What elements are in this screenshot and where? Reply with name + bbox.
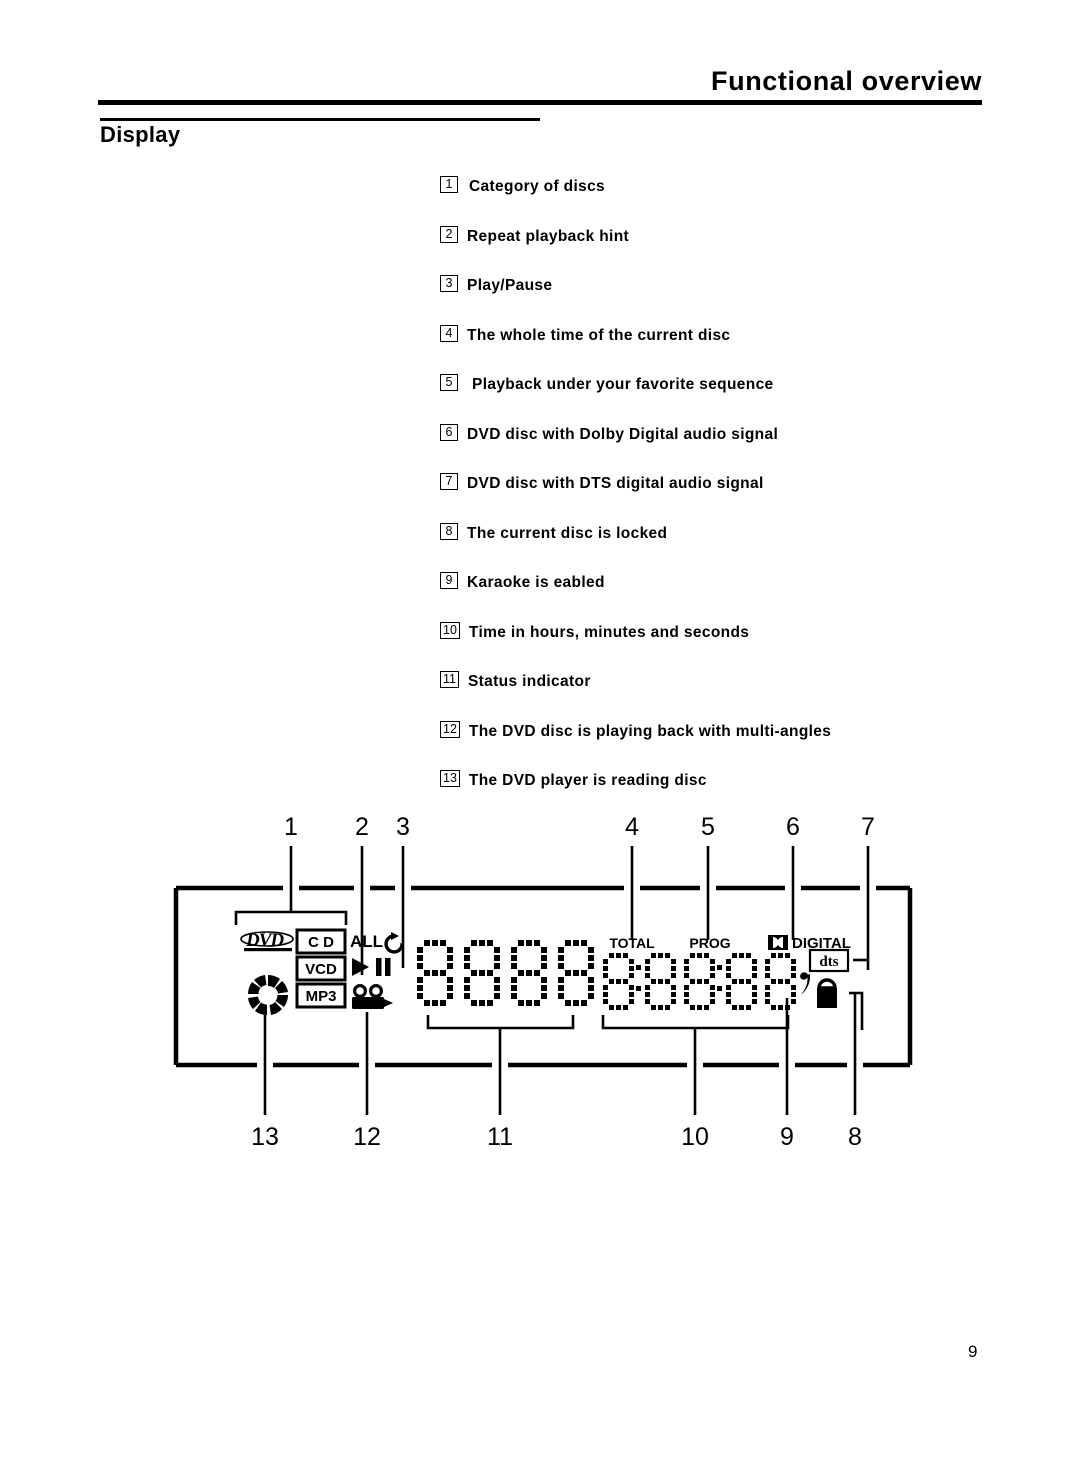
legend-number: 1 [440, 176, 458, 193]
list-item: 4 The whole time of the current disc [440, 324, 1000, 375]
list-item: 3 Play/Pause [440, 275, 1000, 325]
time-segment-display-icon [603, 953, 796, 1010]
callout-number-2: 2 [355, 813, 369, 841]
legend-label: Karaoke is eabled [467, 574, 605, 591]
prog-label: PROG [689, 935, 730, 951]
list-item: 10 Time in hours, minutes and seconds [440, 621, 1000, 672]
legend-label: Category of discs [469, 178, 606, 195]
callout-number-11: 11 [487, 1123, 513, 1151]
list-item: 8 The current disc is locked [440, 522, 1000, 573]
legend-number: 8 [440, 522, 458, 540]
dts-badge-label: dts [819, 954, 838, 970]
multi-angle-camera-icon [352, 983, 393, 1009]
callout-number-5: 5 [701, 813, 715, 841]
callout-number-12: 12 [353, 1123, 381, 1151]
legend-number: 4 [440, 324, 458, 342]
legend-list: 1 Category of discs 2 Repeat playback hint… [440, 176, 1000, 820]
legend-label: The whole time of the current disc [467, 326, 731, 344]
list-item: 2 Repeat playback hint [440, 225, 1000, 276]
leader-connectors-right [849, 958, 868, 1030]
panel-frame [173, 885, 913, 1068]
legend-number: 3 [440, 275, 458, 292]
cd-badge-label: C D [308, 934, 334, 951]
callout-number-4: 4 [625, 813, 639, 841]
page-title: Functional overview [711, 66, 982, 96]
list-item: 7 DVD disc with DTS digital audio signal [440, 473, 1000, 523]
legend-label: Repeat playback hint [467, 227, 630, 245]
legend-label: The DVD player is reading disc [468, 772, 707, 789]
legend-label: Playback under your favorite sequence [472, 376, 774, 393]
callout-leaders-bottom [263, 993, 857, 1115]
callout-number-8: 8 [848, 1123, 862, 1151]
header-rule [98, 100, 982, 105]
legend-label: Play/Pause [467, 277, 553, 294]
section-rule [100, 118, 540, 121]
display-panel-diagram: 1 2 3 4 5 6 7 DVD C D VCD MP3 ALL TOTAL … [0, 790, 1080, 1180]
legend-number: 6 [440, 423, 458, 441]
bracket-callout-11 [426, 1015, 575, 1030]
section-title: Display [100, 122, 181, 147]
callout-number-10: 10 [681, 1123, 709, 1151]
callout-number-13: 13 [251, 1123, 279, 1151]
callout-number-9: 9 [780, 1123, 794, 1151]
list-item: 6 DVD disc with Dolby Digital audio signa… [440, 423, 1000, 474]
list-item: 5 Playback under your favorite sequence [440, 374, 1000, 424]
legend-number: 12 [440, 720, 460, 738]
legend-label: DVD disc with Dolby Digital audio signal [467, 425, 779, 443]
legend-number: 5 [440, 374, 458, 391]
list-item: 1 Category of discs [440, 176, 1000, 226]
manual-page: Functional overview Display 1 Category of… [0, 0, 1080, 1465]
dvd-logo-icon: DVD [240, 930, 294, 952]
page-number: 9 [968, 1342, 978, 1361]
legend-number: 11 [440, 671, 459, 688]
repeat-all-icon: ALL [350, 932, 404, 954]
list-item: 11 Status indicator [440, 671, 1000, 721]
legend-label: DVD disc with DTS digital audio signal [467, 475, 764, 492]
lock-icon [817, 978, 837, 1008]
list-item: 9 Karaoke is eabled [440, 572, 1000, 622]
bracket-callout-1 [234, 910, 348, 925]
mp3-badge-label: MP3 [306, 988, 337, 1005]
callout-number-6: 6 [786, 813, 800, 841]
legend-number: 10 [440, 621, 460, 639]
mp3-badge-icon: MP3 [295, 982, 347, 1009]
karaoke-note-icon [800, 972, 811, 995]
legend-label: The DVD disc is playing back with multi-… [468, 722, 832, 740]
disc-spinner-icon [248, 975, 288, 1015]
legend-label: The current disc is locked [467, 524, 668, 542]
callout-number-1: 1 [284, 813, 298, 841]
total-label: TOTAL [609, 935, 655, 951]
legend-label: Status indicator [467, 673, 591, 690]
callout-numbers-bottom: 13 12 11 10 9 8 [251, 1123, 862, 1151]
legend-number: 13 [440, 770, 460, 787]
legend-number: 9 [440, 572, 458, 589]
legend-number: 2 [440, 225, 458, 243]
bracket-callout-10 [601, 1015, 790, 1030]
callout-numbers-top: 1 2 3 4 5 6 7 [284, 813, 875, 841]
play-pause-icon [352, 958, 391, 976]
vcd-badge-label: VCD [305, 961, 337, 978]
legend-label: Time in hours, minutes and seconds [468, 623, 750, 641]
list-item: 12 The DVD disc is playing back with mult… [440, 720, 1000, 771]
legend-number: 7 [440, 473, 458, 490]
repeat-all-label: ALL [350, 932, 383, 951]
segment-display-icon [417, 940, 594, 1006]
callout-number-3: 3 [396, 813, 410, 841]
dts-badge-icon: dts [808, 948, 850, 973]
callout-number-7: 7 [861, 813, 875, 841]
cd-badge-icon: C D [295, 928, 347, 955]
vcd-badge-icon: VCD [295, 955, 347, 982]
